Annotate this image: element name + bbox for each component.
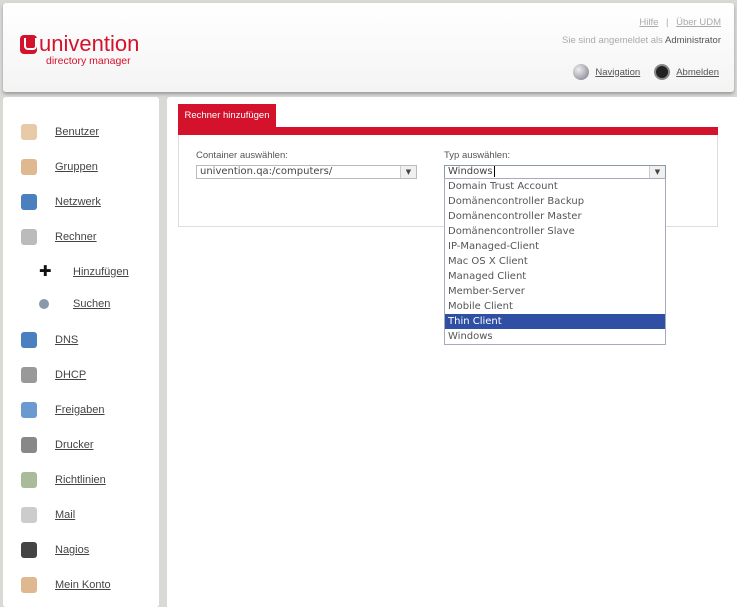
sidebar-item-label[interactable]: Hinzufügen xyxy=(73,266,129,278)
sidebar-item-label[interactable]: Freigaben xyxy=(55,404,105,416)
magnifier-icon xyxy=(39,299,49,309)
printer-icon xyxy=(21,437,37,453)
sidebar-item-label[interactable]: Mein Konto xyxy=(55,579,111,591)
navigation-link[interactable]: Navigation xyxy=(595,67,640,78)
dhcp-icon xyxy=(21,367,37,383)
dropdown-option[interactable]: Thin Client xyxy=(445,314,665,329)
sidebar-item-mein-konto[interactable]: Mein Konto xyxy=(21,577,111,593)
sidebar-item-mail[interactable]: Mail xyxy=(21,507,75,523)
sidebar-item-label[interactable]: Nagios xyxy=(55,544,89,556)
brand-name: univention xyxy=(39,31,140,56)
sidebar-item-hinzuf-gen[interactable]: ✚ Hinzufügen xyxy=(39,264,129,280)
main-panel: Rechner hinzufügen Container auswählen: … xyxy=(167,97,737,607)
dns-globe-icon xyxy=(21,332,37,348)
dropdown-option[interactable]: Mac OS X Client xyxy=(445,254,665,269)
share-icon xyxy=(21,402,37,418)
globe-icon xyxy=(21,194,37,210)
dropdown-option[interactable]: Domain Trust Account xyxy=(445,179,665,194)
sidebar-item-label[interactable]: Rechner xyxy=(55,231,97,243)
dropdown-option[interactable]: Managed Client xyxy=(445,269,665,284)
dropdown-option[interactable]: Mobile Client xyxy=(445,299,665,314)
sidebar-item-label[interactable]: Mail xyxy=(55,509,75,521)
dropdown-option[interactable]: Windows xyxy=(445,329,665,344)
container-label: Container auswählen: xyxy=(196,150,288,161)
dropdown-option[interactable]: IP-Managed-Client xyxy=(445,239,665,254)
top-links: Hilfe | Über UDM xyxy=(639,17,721,28)
sidebar-item-freigaben[interactable]: Freigaben xyxy=(21,402,105,418)
sidebar-item-gruppen[interactable]: Gruppen xyxy=(21,159,98,175)
about-link[interactable]: Über UDM xyxy=(676,17,721,28)
sidebar-item-benutzer[interactable]: Benutzer xyxy=(21,124,99,140)
header: univention directory manager Hilfe | Übe… xyxy=(3,3,734,92)
dropdown-option[interactable]: Domänencontroller Slave xyxy=(445,224,665,239)
sidebar-item-rechner[interactable]: Rechner xyxy=(21,229,97,245)
dropdown-option[interactable]: Domänencontroller Backup xyxy=(445,194,665,209)
tab-rechner-hinzufuegen[interactable]: Rechner hinzufügen xyxy=(178,104,276,127)
type-label: Typ auswählen: xyxy=(444,150,511,161)
tab-bar xyxy=(178,127,718,135)
navigation-icon[interactable] xyxy=(573,64,590,80)
login-info: Sie sind angemeldet als Administrator xyxy=(562,35,721,46)
sidebar-item-label[interactable]: Gruppen xyxy=(55,161,98,173)
link-separator: | xyxy=(666,17,669,28)
sidebar-item-netzwerk[interactable]: Netzwerk xyxy=(21,194,101,210)
account-icon xyxy=(21,577,37,593)
sidebar-item-nagios[interactable]: Nagios xyxy=(21,542,89,558)
container-select[interactable]: univention.qa:/computers/ ▼ xyxy=(196,165,417,179)
sidebar-item-dns[interactable]: DNS xyxy=(21,332,78,348)
policy-icon xyxy=(21,472,37,488)
sidebar: Benutzer Gruppen Netzwerk Rechner ✚ Hinzufüge… xyxy=(3,97,159,607)
chevron-down-icon[interactable]: ▼ xyxy=(649,166,665,178)
logo-mark-icon xyxy=(20,34,37,54)
container-value: univention.qa:/computers/ xyxy=(200,166,333,177)
sidebar-item-label[interactable]: Suchen xyxy=(73,298,110,310)
mail-icon xyxy=(21,507,37,523)
power-icon[interactable] xyxy=(654,64,671,80)
type-value[interactable]: Windows xyxy=(448,166,495,177)
plus-icon: ✚ xyxy=(39,263,52,280)
computer-icon xyxy=(21,229,37,245)
dropdown-option[interactable]: Domänencontroller Master xyxy=(445,209,665,224)
sidebar-item-dhcp[interactable]: DHCP xyxy=(21,367,86,383)
sidebar-item-label[interactable]: DNS xyxy=(55,334,78,346)
type-dropdown-list[interactable]: Domain Trust Account Domänencontroller Ba… xyxy=(444,178,666,345)
user-icon xyxy=(21,124,37,140)
type-select[interactable]: Windows ▼ xyxy=(444,165,666,179)
sidebar-item-richtlinien[interactable]: Richtlinien xyxy=(21,472,106,488)
login-prefix: Sie sind angemeldet als xyxy=(562,35,663,46)
group-icon xyxy=(21,159,37,175)
monitor-icon xyxy=(21,542,37,558)
help-link[interactable]: Hilfe xyxy=(639,17,658,28)
dropdown-option[interactable]: Member-Server xyxy=(445,284,665,299)
sidebar-item-label[interactable]: Benutzer xyxy=(55,126,99,138)
logout-link[interactable]: Abmelden xyxy=(676,67,719,78)
sidebar-item-label[interactable]: Richtlinien xyxy=(55,474,106,486)
univention-logo: univention directory manager xyxy=(20,31,140,67)
username: Administrator xyxy=(665,35,721,46)
sidebar-item-label[interactable]: Drucker xyxy=(55,439,94,451)
chevron-down-icon[interactable]: ▼ xyxy=(400,166,416,178)
sidebar-item-label[interactable]: DHCP xyxy=(55,369,86,381)
sidebar-item-suchen[interactable]: Suchen xyxy=(39,298,110,310)
sidebar-item-drucker[interactable]: Drucker xyxy=(21,437,94,453)
sidebar-item-label[interactable]: Netzwerk xyxy=(55,196,101,208)
brand-subtitle: directory manager xyxy=(46,55,131,67)
